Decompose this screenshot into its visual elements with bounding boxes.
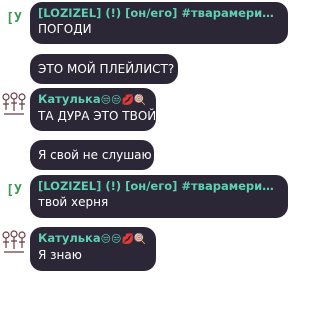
message-text: Я свой не слушаю xyxy=(38,148,152,162)
message-bubble[interactable]: ЭТО МОЙ ПЛЕЙЛИСТ? xyxy=(30,54,178,84)
message-text: твой херня xyxy=(38,195,109,209)
avatar-katulka[interactable] xyxy=(0,90,30,120)
message-text: Я знаю xyxy=(38,248,82,262)
author-name[interactable]: Катулька😒😒💋🍭 xyxy=(38,92,148,108)
message-bubble[interactable]: Катулька😒😒💋🍭 Я знаю xyxy=(30,227,156,271)
message-bubble[interactable]: [LOZIZEL] (!) [он/его] #тварамериканская… xyxy=(30,2,288,44)
avatar-letter: [У xyxy=(0,4,28,32)
silhouette-avatar-icon xyxy=(0,90,28,118)
message-text: ЭТО МОЙ ПЛЕЙЛИСТ? xyxy=(38,62,175,76)
silhouette-avatar-icon xyxy=(0,228,28,256)
author-emoji: 😒😒💋🍭 xyxy=(100,95,147,106)
avatar-lozizel[interactable]: [У xyxy=(0,176,30,206)
message-bubble[interactable]: Я свой не слушаю xyxy=(30,140,154,170)
avatar-letter: [У xyxy=(0,176,28,204)
author-name[interactable]: [LOZIZEL] (!) [он/его] #тварамериканская… xyxy=(38,179,280,194)
avatar-lozizel[interactable]: [У xyxy=(0,4,30,34)
author-name[interactable]: [LOZIZEL] (!) [он/его] #тварамериканская… xyxy=(38,6,280,21)
message-text: ТА ДУРА ЭТО ТВОЙ xyxy=(38,109,157,123)
message-text: ПОГОДИ xyxy=(38,22,92,36)
message-bubble[interactable]: Катулька😒😒💋🍭 ТА ДУРА ЭТО ТВОЙ xyxy=(30,88,156,131)
message-bubble[interactable]: [LOZIZEL] (!) [он/его] #тварамериканская… xyxy=(30,175,288,218)
author-emoji: 😒😒💋🍭 xyxy=(100,234,147,245)
avatar-katulka[interactable] xyxy=(0,228,30,258)
author-name[interactable]: Катулька😒😒💋🍭 xyxy=(38,231,148,247)
